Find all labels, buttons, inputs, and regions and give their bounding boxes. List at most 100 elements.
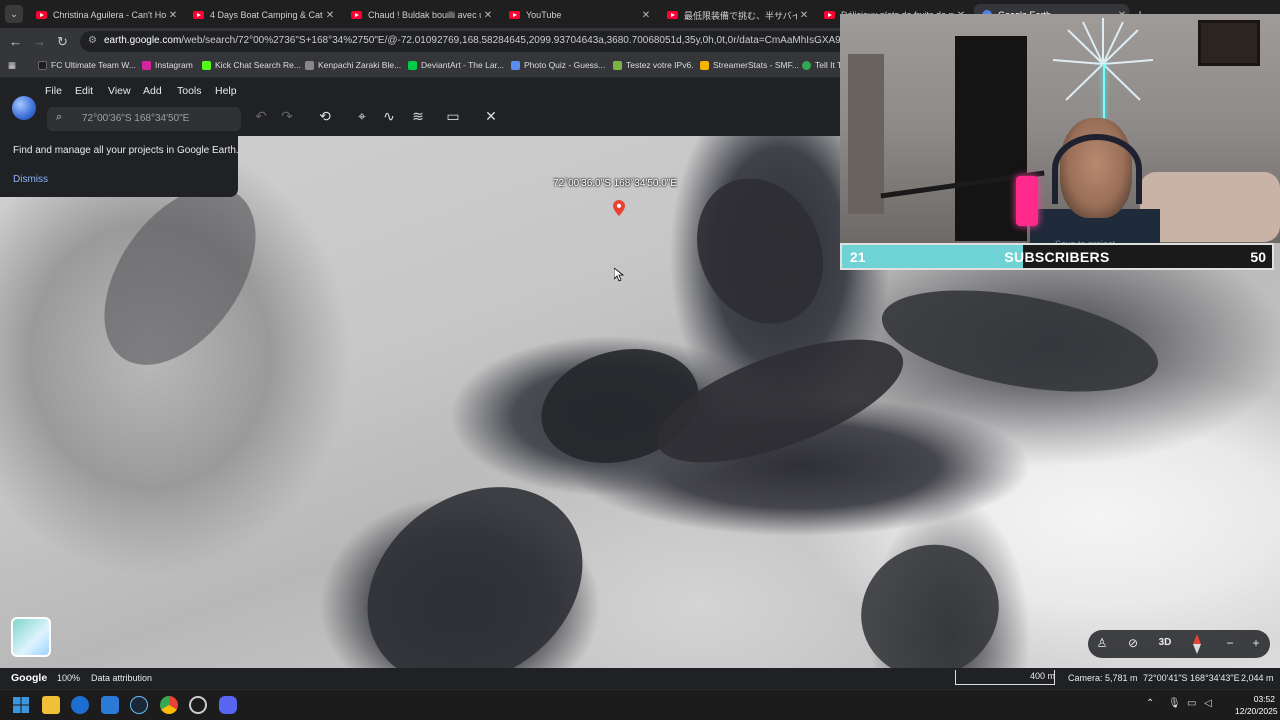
youtube-icon: [667, 11, 678, 19]
address-bar[interactable]: ⚙ earth.google.com/web/search/72°00%2736…: [80, 31, 913, 52]
menu-tools[interactable]: Tools: [177, 85, 202, 97]
bookmark-item[interactable]: Kenpachi Zaraki Ble...: [305, 60, 401, 70]
bookmark-item[interactable]: Testez votre IPv6.: [613, 60, 694, 70]
menu-edit[interactable]: Edit: [75, 85, 93, 97]
undo-icon[interactable]: ↶: [251, 108, 271, 125]
youtube-icon: [193, 11, 204, 19]
pegman-icon[interactable]: ♙: [1091, 636, 1113, 650]
terrain-ridge: [642, 314, 918, 488]
apps-icon[interactable]: ▦: [8, 60, 16, 71]
banner-message: Find and manage all your projects in Goo…: [13, 145, 239, 156]
forward-arrow-icon[interactable]: →: [33, 34, 46, 49]
google-earth-logo-icon[interactable]: [12, 96, 36, 120]
redo-icon[interactable]: ↷: [277, 108, 297, 125]
url-text[interactable]: earth.google.com/web/search/72°00%2736"S…: [104, 35, 913, 46]
clock-time: 03:52: [1253, 694, 1275, 704]
tab-search-button[interactable]: ⌄: [5, 5, 23, 23]
bookmark-favicon: [802, 60, 811, 70]
obs-icon[interactable]: [189, 696, 207, 714]
3d-toggle-button[interactable]: 3D: [1154, 637, 1176, 648]
search-icon: ⌕: [56, 111, 63, 123]
browser-tab[interactable]: 最低限装備で挑む、半サバイバル ✕: [659, 4, 811, 26]
search-input[interactable]: ⌕ 72°00'36"S 168°34'50"E: [47, 107, 241, 131]
close-tab-icon[interactable]: ✕: [323, 10, 337, 21]
menu-help[interactable]: Help: [215, 85, 237, 97]
windows-start-icon[interactable]: [12, 696, 30, 714]
bookmark-favicon: [305, 60, 314, 70]
youtube-icon: [824, 11, 835, 19]
site-info-icon[interactable]: ⚙: [88, 35, 97, 46]
projects-banner: Find and manage all your projects in Goo…: [0, 136, 239, 197]
bookmark-item[interactable]: FC Ultimate Team W...: [38, 60, 136, 70]
network-icon[interactable]: ▭: [1187, 698, 1196, 709]
back-arrow-icon[interactable]: ←: [9, 34, 22, 49]
checkmark-icon: [613, 60, 622, 70]
menu-view[interactable]: View: [108, 85, 131, 97]
camera-altitude: Camera: 5,781 m: [1068, 673, 1138, 683]
file-explorer-icon[interactable]: [42, 696, 60, 714]
location-pin-icon[interactable]: [613, 200, 625, 216]
earth-toolbar: File Edit View Add Tools Help ⌕ 72°00'36…: [0, 78, 840, 136]
clock[interactable]: 03:52 12/20/2025: [1235, 693, 1278, 717]
bookmark-item[interactable]: Photo Quiz - Guess...: [511, 60, 605, 70]
webcam-picture-frame: [1198, 20, 1260, 66]
history-icon[interactable]: ⟲: [315, 108, 335, 125]
bookmark-item[interactable]: DeviantArt - The Lar...: [408, 60, 504, 70]
bookmark-item[interactable]: Instagram: [142, 60, 193, 70]
reload-icon[interactable]: ↻: [57, 34, 68, 50]
terrain-ridge: [673, 157, 847, 345]
deviantart-icon: [408, 60, 417, 70]
webcam-overlay: [840, 14, 1280, 243]
url-path: /web/search/72°00%2736"S+168°34%2750"E/@…: [181, 35, 913, 46]
compass-icon[interactable]: [1190, 634, 1204, 654]
steam-icon[interactable]: [130, 696, 148, 714]
earth-status-bar: Google 100% Data attribution 400 m Camer…: [0, 668, 1280, 689]
youtube-icon: [36, 11, 47, 19]
webcam-shelf: [848, 54, 884, 214]
menu-file[interactable]: File: [45, 85, 62, 97]
zoom-level: 100%: [57, 673, 81, 683]
terrain-ridge: [836, 519, 1024, 668]
bookmarks-bar: ▦ FC Ultimate Team W... Instagram Kick C…: [0, 55, 842, 78]
placemark-icon[interactable]: ⌖: [352, 108, 372, 125]
browser-tab[interactable]: Chaud ! Buldak bouilli avec un ✕: [343, 4, 495, 26]
satellite-icon[interactable]: ✕: [481, 108, 501, 125]
placemark-label: 72°00'36.0"S 168°34'50.0"E: [553, 178, 678, 189]
tray-chevron-icon[interactable]: ⌃: [1146, 698, 1154, 709]
terrain-ridge: [329, 446, 621, 668]
measure-icon[interactable]: ▭: [443, 108, 463, 125]
discord-icon[interactable]: [219, 696, 237, 714]
close-tab-icon[interactable]: ✕: [797, 10, 811, 21]
browser-tab[interactable]: 4 Days Boat Camping & Catchin ✕: [185, 4, 337, 26]
volume-icon[interactable]: ◁: [1204, 698, 1212, 709]
subscriber-goal-bar: 21 SUBSCRIBERS 50: [840, 243, 1274, 270]
chrome-icon[interactable]: [160, 696, 178, 714]
rotate-lock-icon[interactable]: ⊘: [1122, 636, 1144, 650]
bookmark-item[interactable]: Kick Chat Search Re...: [202, 60, 301, 70]
windows-taskbar: ⌃ 🎙 ▭ ◁ 03:52 12/20/2025: [0, 689, 1280, 720]
outlook-icon[interactable]: [71, 696, 89, 714]
draw-path-icon[interactable]: ∿: [379, 108, 399, 125]
menu-add[interactable]: Add: [143, 85, 162, 97]
kick-icon: [202, 60, 211, 70]
url-host: earth.google.com: [104, 35, 182, 46]
data-attribution-link[interactable]: Data attribution: [91, 673, 152, 683]
bookmark-item[interactable]: StreamerStats - SMF...: [700, 60, 799, 70]
browser-tab[interactable]: YouTube ✕: [501, 4, 653, 26]
browser-tab[interactable]: Christina Aguilera - Can't Hold ✕: [28, 4, 180, 26]
close-tab-icon[interactable]: ✕: [166, 10, 180, 21]
close-tab-icon[interactable]: ✕: [639, 10, 653, 21]
subscriber-label: SUBSCRIBERS: [1004, 249, 1110, 265]
cursor-coordinates: 72°00'41"S 168°34'43"E: [1143, 673, 1240, 683]
app-icon[interactable]: [101, 696, 119, 714]
map-style-thumbnail[interactable]: [11, 617, 51, 657]
microphone-tray-icon[interactable]: 🎙: [1168, 698, 1181, 709]
youtube-icon: [509, 11, 520, 19]
layers-icon[interactable]: ≋: [408, 108, 428, 125]
dismiss-button[interactable]: Dismiss: [13, 174, 48, 185]
bookmark-item[interactable]: Tell It T: [802, 60, 842, 70]
close-tab-icon[interactable]: ✕: [481, 10, 495, 21]
zoom-out-icon[interactable]: −: [1219, 636, 1241, 650]
webcam-cushion: [1140, 172, 1280, 242]
zoom-in-icon[interactable]: +: [1245, 636, 1267, 650]
